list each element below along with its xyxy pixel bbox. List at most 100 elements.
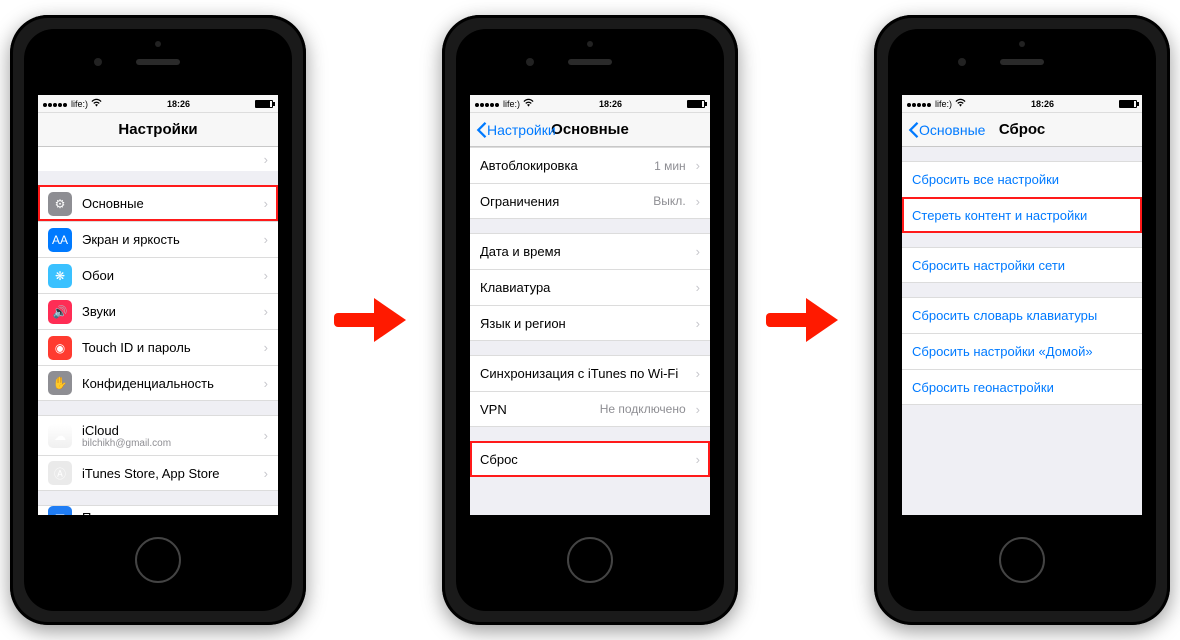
navbar: Настройки Основные (470, 113, 710, 147)
row-label: Основные (82, 196, 144, 211)
settings-row[interactable]: Синхронизация с iTunes по Wi-Fi › (470, 355, 710, 391)
chevron-right-icon: › (258, 428, 268, 443)
chevron-right-icon: › (258, 466, 268, 481)
row-value: Не подключено (600, 402, 690, 416)
home-button[interactable] (999, 537, 1045, 583)
row-label: Конфиденциальность (82, 376, 214, 391)
settings-row[interactable]: VPNНе подключено› (470, 391, 710, 427)
back-label: Основные (919, 122, 985, 138)
chevron-right-icon: › (690, 316, 700, 331)
settings-row[interactable]: Дата и время › (470, 233, 710, 269)
row-value: 1 мин (654, 159, 690, 173)
wifi-icon (523, 98, 534, 109)
settings-row[interactable]: ❋ Обои › (38, 257, 278, 293)
settings-row[interactable]: Стереть контент и настройки (902, 197, 1142, 233)
prev-row-partial[interactable]: › (38, 147, 278, 171)
row-label: Дата и время (480, 244, 561, 259)
chevron-right-icon: › (258, 152, 268, 167)
privacy-icon: ✋ (48, 371, 72, 395)
phone-general: life:) 18:26 Настройки Основные Автоблок… (442, 15, 738, 625)
row-label: Обои (82, 268, 114, 283)
back-button[interactable]: Настройки (476, 122, 556, 138)
screen-settings: life:) 18:26 Настройки › ⚙︎Основные›AAЭк… (38, 95, 278, 515)
chevron-right-icon: › (258, 196, 268, 211)
settings-row[interactable]: Сбросить словарь клавиатуры (902, 297, 1142, 333)
row-label: Сбросить настройки сети (912, 258, 1065, 273)
row-label: Стереть контент и настройки (912, 208, 1087, 223)
carrier-label: life:) (71, 99, 88, 109)
settings-row[interactable]: 🔊Звуки› (38, 293, 278, 329)
chevron-right-icon: › (690, 244, 700, 259)
arrow-icon (766, 295, 846, 345)
settings-row[interactable]: Сбросить геонастройки (902, 369, 1142, 405)
screen-general: life:) 18:26 Настройки Основные Автоблок… (470, 95, 710, 515)
settings-row[interactable]: Сбросить настройки сети (902, 247, 1142, 283)
page-title: Сброс (999, 121, 1045, 138)
row-sublabel: bilchikh@gmail.com (82, 438, 171, 449)
row-label: Синхронизация с iTunes по Wi-Fi (480, 366, 678, 381)
chevron-right-icon: › (258, 340, 268, 355)
chevron-right-icon: › (690, 158, 700, 173)
settings-row[interactable]: ⚙︎ Основные › (38, 185, 278, 221)
home-button[interactable] (135, 537, 181, 583)
row-label: Сброс (480, 452, 518, 467)
row-label: Ограничения (480, 194, 559, 209)
row-label: Язык и регион (480, 316, 566, 331)
screen-reset: life:) 18:26 Основные Сброс Сбросить все… (902, 95, 1142, 515)
status-bar: life:) 18:26 (470, 95, 710, 113)
page-title: Основные (551, 121, 629, 138)
sounds-icon: 🔊 (48, 300, 72, 324)
settings-row[interactable]: Сброс › (470, 441, 710, 477)
row-label: Автоблокировка (480, 158, 578, 173)
status-bar: life:) 18:26 (902, 95, 1142, 113)
wallpaper-icon: ❋ (48, 264, 72, 288)
chevron-right-icon: › (690, 366, 700, 381)
home-button[interactable] (567, 537, 613, 583)
icloud-icon: ☁︎ (48, 424, 72, 448)
row-label: Сбросить словарь клавиатуры (912, 308, 1097, 323)
row-label: iCloud (82, 423, 171, 438)
back-label: Настройки (487, 122, 556, 138)
touchid-icon: ◉ (48, 336, 72, 360)
settings-row[interactable]: ⒶiTunes Store, App Store › (38, 455, 278, 491)
carrier-label: life:) (503, 99, 520, 109)
chevron-right-icon: › (258, 510, 268, 515)
row-label: iTunes Store, App Store (82, 466, 220, 481)
settings-row[interactable]: ✋ Конфиденциальность › (38, 365, 278, 401)
chevron-right-icon: › (258, 268, 268, 283)
battery-icon (687, 100, 705, 108)
time-label: 18:26 (1031, 99, 1054, 109)
battery-icon (255, 100, 273, 108)
chevron-right-icon: › (690, 452, 700, 467)
wifi-icon (955, 98, 966, 109)
signal-icon (475, 99, 500, 109)
chevron-right-icon: › (690, 280, 700, 295)
navbar: Настройки (38, 113, 278, 147)
gear-icon: ⚙︎ (48, 192, 72, 216)
appstore-icon: Ⓐ (48, 461, 72, 485)
arrow-icon (334, 295, 414, 345)
settings-row[interactable]: ◉ Touch ID и пароль › (38, 329, 278, 365)
back-button[interactable]: Основные (908, 122, 985, 138)
settings-row[interactable]: Сбросить все настройки (902, 161, 1142, 197)
row-label: Звуки (82, 304, 116, 319)
row-label: Сбросить геонастройки (912, 380, 1054, 395)
chevron-right-icon: › (690, 402, 700, 417)
chevron-right-icon: › (258, 376, 268, 391)
settings-row[interactable]: ☁︎ iCloudbilchikh@gmail.com › (38, 415, 278, 455)
signal-icon (43, 99, 68, 109)
page-title: Настройки (118, 121, 197, 138)
settings-row[interactable]: Сбросить настройки «Домой» (902, 333, 1142, 369)
settings-row[interactable]: Язык и регион › (470, 305, 710, 341)
chevron-right-icon: › (258, 232, 268, 247)
settings-row[interactable]: ✉︎Почта, адреса, календари› (38, 505, 278, 515)
settings-row[interactable]: AAЭкран и яркость› (38, 221, 278, 257)
display-icon: AA (48, 228, 72, 252)
row-label: Touch ID и пароль (82, 340, 191, 355)
settings-row[interactable]: Автоблокировка 1 мин› (470, 147, 710, 183)
mail-icon: ✉︎ (48, 506, 72, 516)
row-label: Сбросить все настройки (912, 172, 1059, 187)
navbar: Основные Сброс (902, 113, 1142, 147)
settings-row[interactable]: Клавиатура› (470, 269, 710, 305)
settings-row[interactable]: ОграниченияВыкл.› (470, 183, 710, 219)
